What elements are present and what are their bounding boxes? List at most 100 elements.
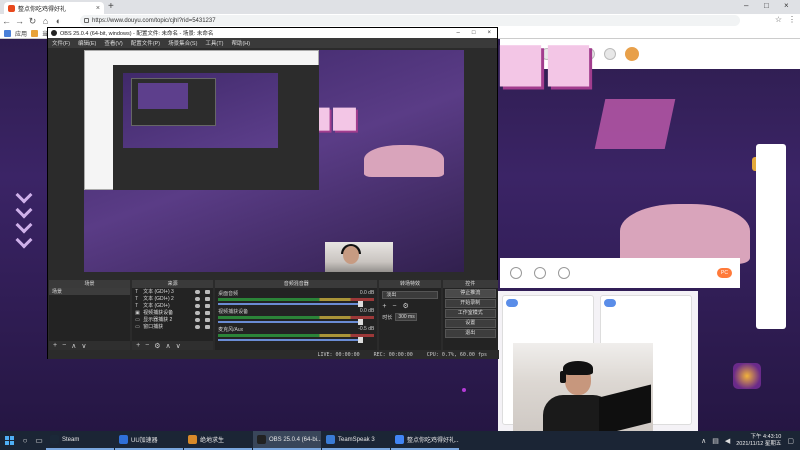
monitor-icon: ▭ bbox=[135, 316, 140, 323]
avatar[interactable] bbox=[625, 47, 639, 61]
star-icon[interactable]: ☆ bbox=[775, 15, 782, 24]
source-item[interactable]: ▣ 视频捕获设备 bbox=[132, 309, 213, 316]
menu-profile[interactable]: 配置文件(P) bbox=[131, 39, 160, 47]
menu-scene-collection[interactable]: 场景集合(S) bbox=[168, 39, 197, 47]
lock-icon[interactable] bbox=[205, 317, 211, 322]
source-item[interactable]: T 文本 (GDI+) 2 bbox=[132, 295, 213, 302]
source-label: 视频捕获设备 bbox=[143, 310, 174, 316]
visibility-eye-icon[interactable] bbox=[195, 289, 201, 294]
banner-title-graphic: ■■ bbox=[495, 30, 594, 93]
source-item[interactable]: T 文本 (GDI+) bbox=[132, 302, 213, 309]
move-down-icon[interactable]: ∨ bbox=[176, 342, 181, 350]
back-icon[interactable]: ← bbox=[0, 16, 13, 26]
source-item[interactable]: ▭ 窗口捕获 bbox=[132, 323, 213, 330]
source-item[interactable]: ▭ 显示器捕获 2 bbox=[132, 316, 213, 323]
maximize-icon[interactable]: □ bbox=[472, 30, 476, 36]
nested-preview-2 bbox=[138, 83, 188, 109]
menu-tools[interactable]: 工具(T) bbox=[205, 39, 223, 47]
minimize-icon[interactable]: – bbox=[744, 1, 748, 10]
visibility-eye-icon[interactable] bbox=[195, 296, 201, 301]
lock-icon[interactable] bbox=[205, 303, 211, 308]
start-button[interactable] bbox=[0, 431, 18, 450]
task-view-icon[interactable]: ▭ bbox=[32, 436, 46, 445]
maximize-icon[interactable]: □ bbox=[764, 1, 769, 10]
search-icon[interactable]: ○ bbox=[18, 436, 32, 445]
lock-icon[interactable] bbox=[205, 296, 211, 301]
volume-slider[interactable] bbox=[218, 319, 364, 325]
exit-button[interactable]: 退出 bbox=[444, 329, 496, 338]
add-icon[interactable]: + bbox=[382, 303, 386, 310]
pc-client-button[interactable]: PC bbox=[717, 268, 732, 278]
gear-icon[interactable]: ⚙ bbox=[403, 302, 409, 310]
volume-slider[interactable] bbox=[218, 337, 364, 343]
lock-icon[interactable] bbox=[205, 324, 211, 329]
menu-view[interactable]: 查看(V) bbox=[104, 39, 122, 47]
taskbar-app-button[interactable]: 整点你吃鸡得好礼... bbox=[391, 431, 459, 450]
minimize-icon[interactable]: – bbox=[457, 30, 460, 36]
gift-icon[interactable] bbox=[558, 267, 570, 279]
cpu-status: CPU: 0.7%, 60.00 fps bbox=[426, 351, 487, 358]
move-down-icon[interactable]: ∨ bbox=[81, 342, 86, 350]
move-up-icon[interactable]: ∧ bbox=[166, 342, 171, 350]
reload-icon[interactable]: ↻ bbox=[26, 16, 39, 27]
menu-help[interactable]: 帮助(H) bbox=[231, 39, 250, 47]
gear-icon[interactable]: ⚙ bbox=[154, 342, 160, 350]
start-recording-button[interactable]: 开始录制 bbox=[444, 299, 496, 308]
volume-icon[interactable]: ◀ bbox=[725, 437, 730, 445]
add-icon[interactable]: + bbox=[136, 342, 140, 349]
nav-icon[interactable] bbox=[604, 48, 616, 60]
close-icon[interactable]: × bbox=[487, 30, 491, 36]
visibility-eye-icon[interactable] bbox=[195, 310, 201, 315]
extension-icon[interactable]: ◐ bbox=[52, 16, 65, 26]
studio-mode-button[interactable]: 工作室模式 bbox=[444, 309, 496, 318]
window-icon: ▭ bbox=[135, 323, 140, 330]
settings-button[interactable]: 设置 bbox=[444, 319, 496, 328]
remove-icon[interactable]: − bbox=[62, 342, 66, 349]
new-tab-button[interactable]: + bbox=[108, 2, 114, 12]
volume-slider[interactable] bbox=[218, 301, 364, 307]
stop-streaming-button[interactable]: 停止推流 bbox=[444, 289, 496, 298]
home-icon[interactable]: ⌂ bbox=[39, 16, 52, 26]
remove-icon[interactable]: − bbox=[392, 303, 396, 310]
browser-tab[interactable]: 整点你吃鸡得好礼 × bbox=[4, 2, 104, 14]
address-bar[interactable]: https://www.douyu.com/topic/cjhl?rid=543… bbox=[80, 15, 740, 26]
obs-preview[interactable]: ■■ bbox=[84, 50, 464, 272]
clock-icon[interactable] bbox=[534, 267, 546, 279]
duration-input[interactable]: 300 ms bbox=[395, 313, 418, 321]
mixer-channel-name: 视频捕获设备 bbox=[218, 309, 249, 315]
taskbar-app-button[interactable]: OBS 25.0.4 (64-bi... bbox=[253, 431, 321, 450]
folder-icon[interactable] bbox=[31, 29, 39, 37]
visibility-eye-icon[interactable] bbox=[195, 324, 201, 329]
taskbar-app-button[interactable]: Steam bbox=[46, 431, 114, 450]
remove-icon[interactable]: − bbox=[145, 342, 149, 349]
visibility-eye-icon[interactable] bbox=[195, 317, 201, 322]
follow-icon[interactable] bbox=[510, 267, 522, 279]
bookmark-apps[interactable]: 应用 bbox=[15, 29, 27, 38]
lock-icon[interactable] bbox=[205, 289, 211, 294]
visibility-eye-icon[interactable] bbox=[195, 303, 201, 308]
taskbar-app-button[interactable]: UU加速器 bbox=[115, 431, 183, 450]
taskbar-app-button[interactable]: 绝地求生 bbox=[184, 431, 252, 450]
chevron-up-icon[interactable]: ∧ bbox=[701, 437, 706, 445]
forward-icon[interactable]: → bbox=[13, 16, 26, 26]
apps-icon[interactable] bbox=[4, 29, 11, 37]
add-icon[interactable]: + bbox=[53, 342, 57, 349]
clock[interactable]: 下午 4:43:10 2021/11/12 星期五 bbox=[736, 434, 781, 448]
lock-icon[interactable] bbox=[205, 310, 211, 315]
transitions-title: 转场特效 bbox=[379, 280, 441, 288]
close-window-icon[interactable]: × bbox=[784, 1, 789, 10]
menu-edit[interactable]: 编辑(E) bbox=[78, 39, 96, 47]
close-tab-icon[interactable]: × bbox=[96, 5, 100, 12]
source-item[interactable]: T 文本 (GDI+) 3 bbox=[132, 288, 213, 295]
event-badge-icon[interactable] bbox=[733, 363, 761, 389]
notification-icon[interactable]: ▢ bbox=[787, 437, 794, 445]
network-icon[interactable]: ▤ bbox=[712, 437, 719, 445]
transition-select[interactable]: 淡出 bbox=[382, 291, 438, 299]
transitions-dock: 转场特效 淡出 + − ⚙ 时长 300 ms bbox=[379, 280, 441, 350]
move-up-icon[interactable]: ∧ bbox=[71, 342, 76, 350]
menu-dots-icon[interactable]: ⋮ bbox=[788, 15, 796, 24]
lock-icon bbox=[84, 18, 89, 23]
scene-item[interactable]: 场景 bbox=[49, 288, 131, 295]
menu-file[interactable]: 文件(F) bbox=[52, 39, 70, 47]
taskbar-app-button[interactable]: TeamSpeak 3 bbox=[322, 431, 390, 450]
